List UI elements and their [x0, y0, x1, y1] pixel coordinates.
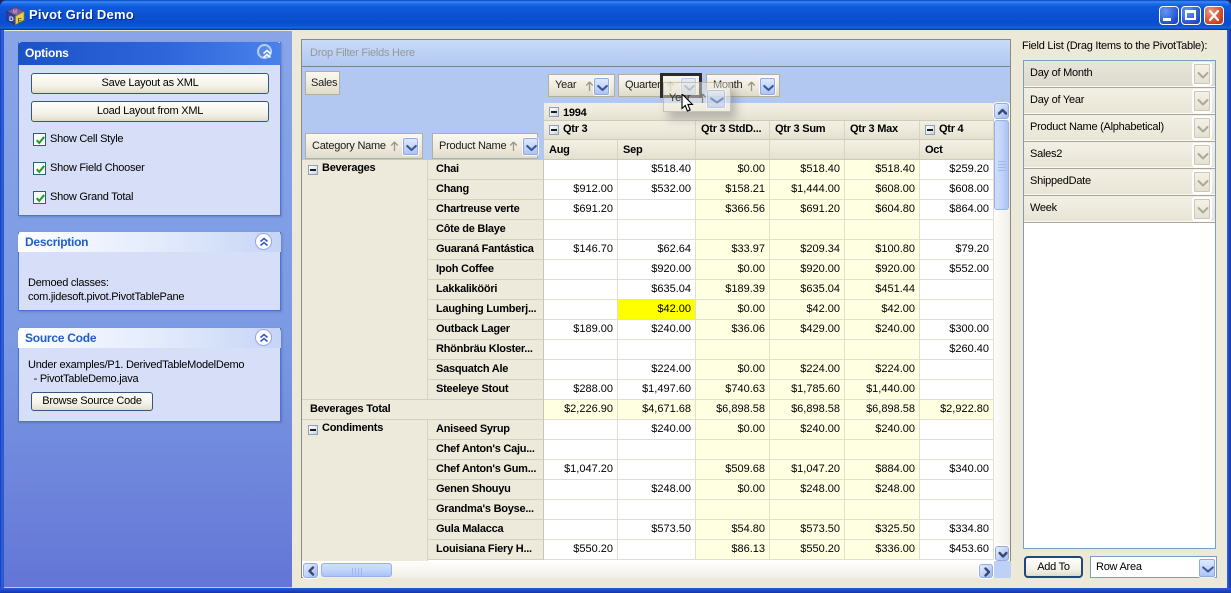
svg-text:D: D: [9, 16, 14, 23]
svg-text:M: M: [13, 9, 17, 15]
